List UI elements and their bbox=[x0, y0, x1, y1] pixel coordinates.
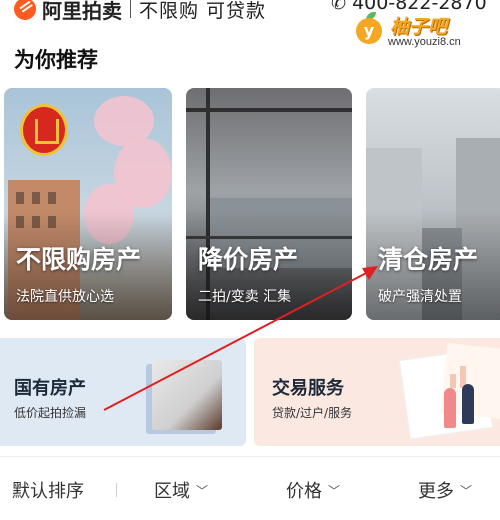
chevron-down-icon: ﹀ bbox=[196, 483, 209, 498]
recommend-cards: 不限购房产 法院直供放心选 降价房产 二拍/变卖 汇集 清仓房产 破产强清处置 bbox=[0, 88, 500, 320]
slogan: 不限购 可贷款 bbox=[139, 0, 267, 22]
card-subtitle: 法院直供放心选 bbox=[16, 289, 114, 305]
card-title: 清仓房产 bbox=[378, 245, 479, 274]
card-clearance[interactable]: 清仓房产 破产强清处置 bbox=[366, 88, 500, 320]
banner-title: 国有房产 bbox=[14, 378, 86, 399]
section-title: 为你推荐 bbox=[14, 48, 98, 72]
brand-name: 阿里拍卖 bbox=[42, 0, 122, 23]
filter-more[interactable]: 更多 ﹀ bbox=[418, 477, 472, 503]
card-title: 降价房产 bbox=[198, 245, 299, 274]
watermark: y 柚子吧 www.youzi8.cn bbox=[356, 6, 496, 52]
photo-detail bbox=[48, 192, 56, 204]
filter-region[interactable]: 区域 ﹀ bbox=[154, 477, 208, 503]
photo-detail bbox=[32, 192, 40, 204]
filter-label: 默认排序 bbox=[12, 481, 84, 502]
banner-state-owned[interactable]: 国有房产 低价起拍捡漏 bbox=[0, 338, 246, 446]
watermark-badge-icon: y bbox=[356, 18, 382, 44]
watermark-url: www.youzi8.cn bbox=[388, 36, 461, 48]
brand-area[interactable]: 阿里拍卖 不限购 可贷款 bbox=[14, 0, 266, 24]
photo-detail bbox=[444, 388, 456, 428]
banner-photo bbox=[152, 360, 222, 430]
filter-label: 价格 bbox=[286, 481, 322, 502]
chevron-down-icon: ﹀ bbox=[328, 483, 341, 498]
card-title: 不限购房产 bbox=[16, 245, 142, 274]
card-unlimited-purchase[interactable]: 不限购房产 法院直供放心选 bbox=[4, 88, 172, 320]
filter-sort[interactable]: 默认排序 bbox=[12, 477, 84, 503]
banner-subtitle: 贷款/过户/服务 bbox=[272, 406, 353, 420]
card-subtitle: 破产强清处置 bbox=[378, 289, 462, 305]
photo-detail bbox=[16, 192, 24, 204]
banner-transaction-service[interactable]: 交易服务 贷款/过户/服务 bbox=[254, 338, 500, 446]
watermark-title: 柚子吧 bbox=[390, 16, 448, 38]
card-subtitle: 二拍/变卖 汇集 bbox=[198, 289, 292, 305]
filter-label: 更多 bbox=[418, 481, 454, 502]
chevron-down-icon: ﹀ bbox=[460, 483, 473, 498]
photo-detail bbox=[450, 374, 456, 388]
divider bbox=[116, 483, 117, 497]
photo-detail bbox=[186, 108, 352, 112]
banner-subtitle: 低价起拍捡漏 bbox=[14, 406, 87, 420]
court-emblem-icon bbox=[20, 104, 68, 156]
phone-icon: ✆ bbox=[331, 0, 347, 14]
filter-bar: 默认排序 区域 ﹀ 价格 ﹀ 更多 ﹀ bbox=[0, 456, 500, 520]
alibaba-auction-logo-icon bbox=[14, 0, 36, 20]
filter-price[interactable]: 价格 ﹀ bbox=[286, 477, 340, 503]
filter-label: 区域 bbox=[154, 481, 190, 502]
card-price-reduced[interactable]: 降价房产 二拍/变卖 汇集 bbox=[186, 88, 352, 320]
divider bbox=[130, 0, 131, 18]
photo-detail bbox=[462, 384, 474, 424]
banner-title: 交易服务 bbox=[272, 378, 344, 399]
